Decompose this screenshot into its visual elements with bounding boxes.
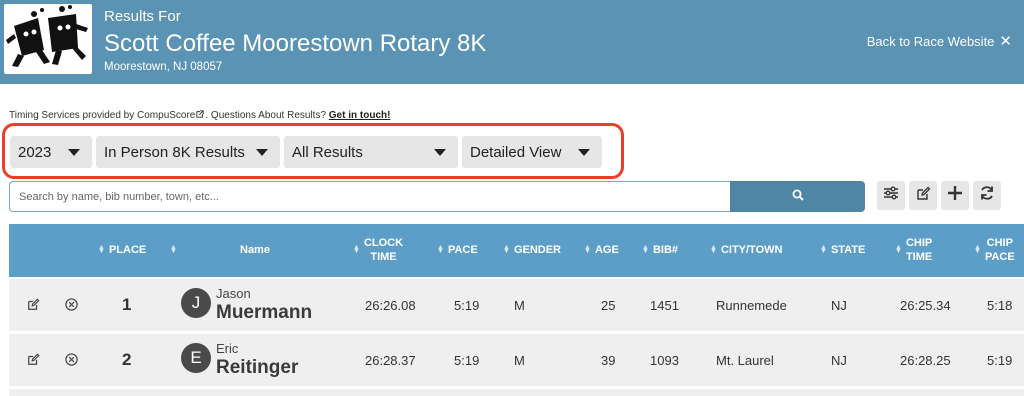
view-select[interactable]: Detailed View: [462, 136, 602, 168]
view-value: Detailed View: [470, 143, 562, 161]
column-clock-time[interactable]: ▲ ▼ CLOCK TIME: [353, 236, 403, 264]
city: Runnemede: [716, 298, 787, 313]
edit-button[interactable]: [909, 181, 937, 210]
state: NJ: [831, 298, 847, 313]
sort-icon: ▲ ▼: [98, 244, 105, 256]
sort-icon: ▲ ▼: [895, 244, 902, 255]
chip-time: 26:28.25: [900, 353, 951, 368]
place: 2: [122, 350, 132, 369]
refresh-icon: [979, 185, 995, 206]
search-input[interactable]: [9, 181, 733, 212]
sort-icon: ▲ ▼: [974, 244, 981, 255]
refresh-button[interactable]: [973, 181, 1001, 210]
search-icon: [792, 188, 804, 206]
column-gender[interactable]: ▲ ▼ GENDER: [503, 243, 561, 257]
bib-number: 1451: [650, 298, 679, 313]
age: 25: [601, 298, 616, 313]
sort-icon: ▲ ▼: [437, 244, 444, 256]
sort-icon: ▲ ▼: [642, 244, 649, 256]
edit-icon: [916, 186, 931, 206]
sort-icon: ▲ ▼: [353, 244, 360, 255]
results-table-header: ▲ ▼ PLACE ▲ ▼ Name ▲ ▼ CLOCK TIME ▲ ▼ PACE ▲ ▼ GEN…: [9, 224, 1024, 277]
clock-time: 26:26.08: [365, 298, 416, 313]
place: 1: [122, 295, 132, 314]
chevron-down-icon: [578, 149, 590, 156]
race-select[interactable]: In Person 8K Results: [96, 136, 280, 168]
pace: 5:19: [454, 298, 480, 313]
sort-icon[interactable]: ▲ ▼: [170, 243, 181, 257]
close-icon: ✕: [999, 32, 1012, 50]
sort-icon: ▲ ▼: [710, 244, 717, 256]
add-button[interactable]: [941, 181, 969, 210]
edit-icon[interactable]: [27, 353, 40, 371]
sort-icon: ▲ ▼: [503, 244, 510, 256]
gender: M: [514, 298, 525, 313]
sort-icon: ▲ ▼: [584, 244, 591, 256]
header-subtitle: Results For: [104, 8, 181, 25]
questions-text: . Questions About Results?: [205, 110, 329, 121]
chip-pace: 5:19: [987, 353, 1013, 368]
sliders-icon: [883, 186, 899, 205]
state: NJ: [831, 353, 847, 368]
chevron-down-icon: [256, 149, 268, 156]
gender: M: [514, 353, 525, 368]
pace: 5:19: [454, 353, 480, 368]
external-link-icon[interactable]: [196, 110, 205, 120]
remove-icon[interactable]: [65, 353, 78, 371]
plus-icon: [947, 185, 963, 206]
table-row[interactable]: [9, 389, 1024, 396]
chevron-down-icon: [434, 149, 446, 156]
first-name: Eric: [216, 341, 239, 356]
bib-number: 1093: [650, 353, 679, 368]
city: Mt. Laurel: [716, 353, 774, 368]
race-logo: [4, 4, 92, 74]
chip-time: 26:25.34: [900, 298, 951, 313]
column-place[interactable]: ▲ ▼ PLACE: [98, 243, 146, 257]
last-name[interactable]: Reitinger: [216, 357, 298, 379]
column-chip-pace[interactable]: ▲ ▼ CHIP PACE: [974, 236, 1015, 264]
filter-settings-button[interactable]: [877, 181, 905, 210]
results-select[interactable]: All Results: [284, 136, 458, 168]
chip-pace: 5:18: [987, 298, 1013, 313]
column-bib[interactable]: ▲ ▼ BIB#: [642, 243, 678, 257]
remove-icon[interactable]: [65, 298, 78, 316]
header-bar: Results For Scott Coffee Moorestown Rota…: [0, 0, 1024, 84]
chevron-down-icon: [68, 149, 80, 156]
race-location: Moorestown, NJ 08057: [104, 61, 223, 73]
age: 39: [601, 353, 616, 368]
column-age[interactable]: ▲ ▼ AGE: [584, 243, 619, 257]
timing-provider-text: Timing Services provided by CompuScore: [9, 110, 196, 121]
table-row[interactable]: 2 E Eric Reitinger 26:28.37 5:19 M 39 10…: [9, 334, 1024, 386]
sort-icon: ▲ ▼: [820, 244, 827, 256]
search-button[interactable]: [730, 181, 865, 212]
year-value: 2023: [18, 143, 52, 161]
column-city[interactable]: ▲ ▼ CITY/TOWN: [710, 243, 782, 257]
clock-time: 26:28.37: [365, 353, 416, 368]
table-row[interactable]: 1 J Jason Muermann 26:26.08 5:19 M 25 14…: [9, 279, 1024, 331]
get-in-touch-link[interactable]: Get in touch!: [329, 110, 391, 121]
back-to-race-link[interactable]: Back to Race Website ✕: [866, 32, 1012, 50]
column-state[interactable]: ▲ ▼ STATE: [820, 243, 865, 257]
timing-notice: Timing Services provided by CompuScore .…: [9, 110, 390, 121]
column-name[interactable]: Name: [240, 243, 270, 257]
results-value: All Results: [292, 143, 363, 161]
avatar: E: [181, 343, 211, 373]
year-select[interactable]: 2023: [10, 136, 92, 168]
race-value: In Person 8K Results: [104, 143, 245, 161]
first-name: Jason: [216, 286, 251, 301]
race-title: Scott Coffee Moorestown Rotary 8K: [104, 30, 487, 57]
avatar: J: [181, 288, 211, 318]
column-chip-time[interactable]: ▲ ▼ CHIP TIME: [895, 236, 932, 264]
last-name[interactable]: Muermann: [216, 302, 312, 324]
edit-icon[interactable]: [27, 298, 40, 316]
back-link-label: Back to Race Website: [866, 34, 995, 49]
column-pace[interactable]: ▲ ▼ PACE: [437, 243, 478, 257]
